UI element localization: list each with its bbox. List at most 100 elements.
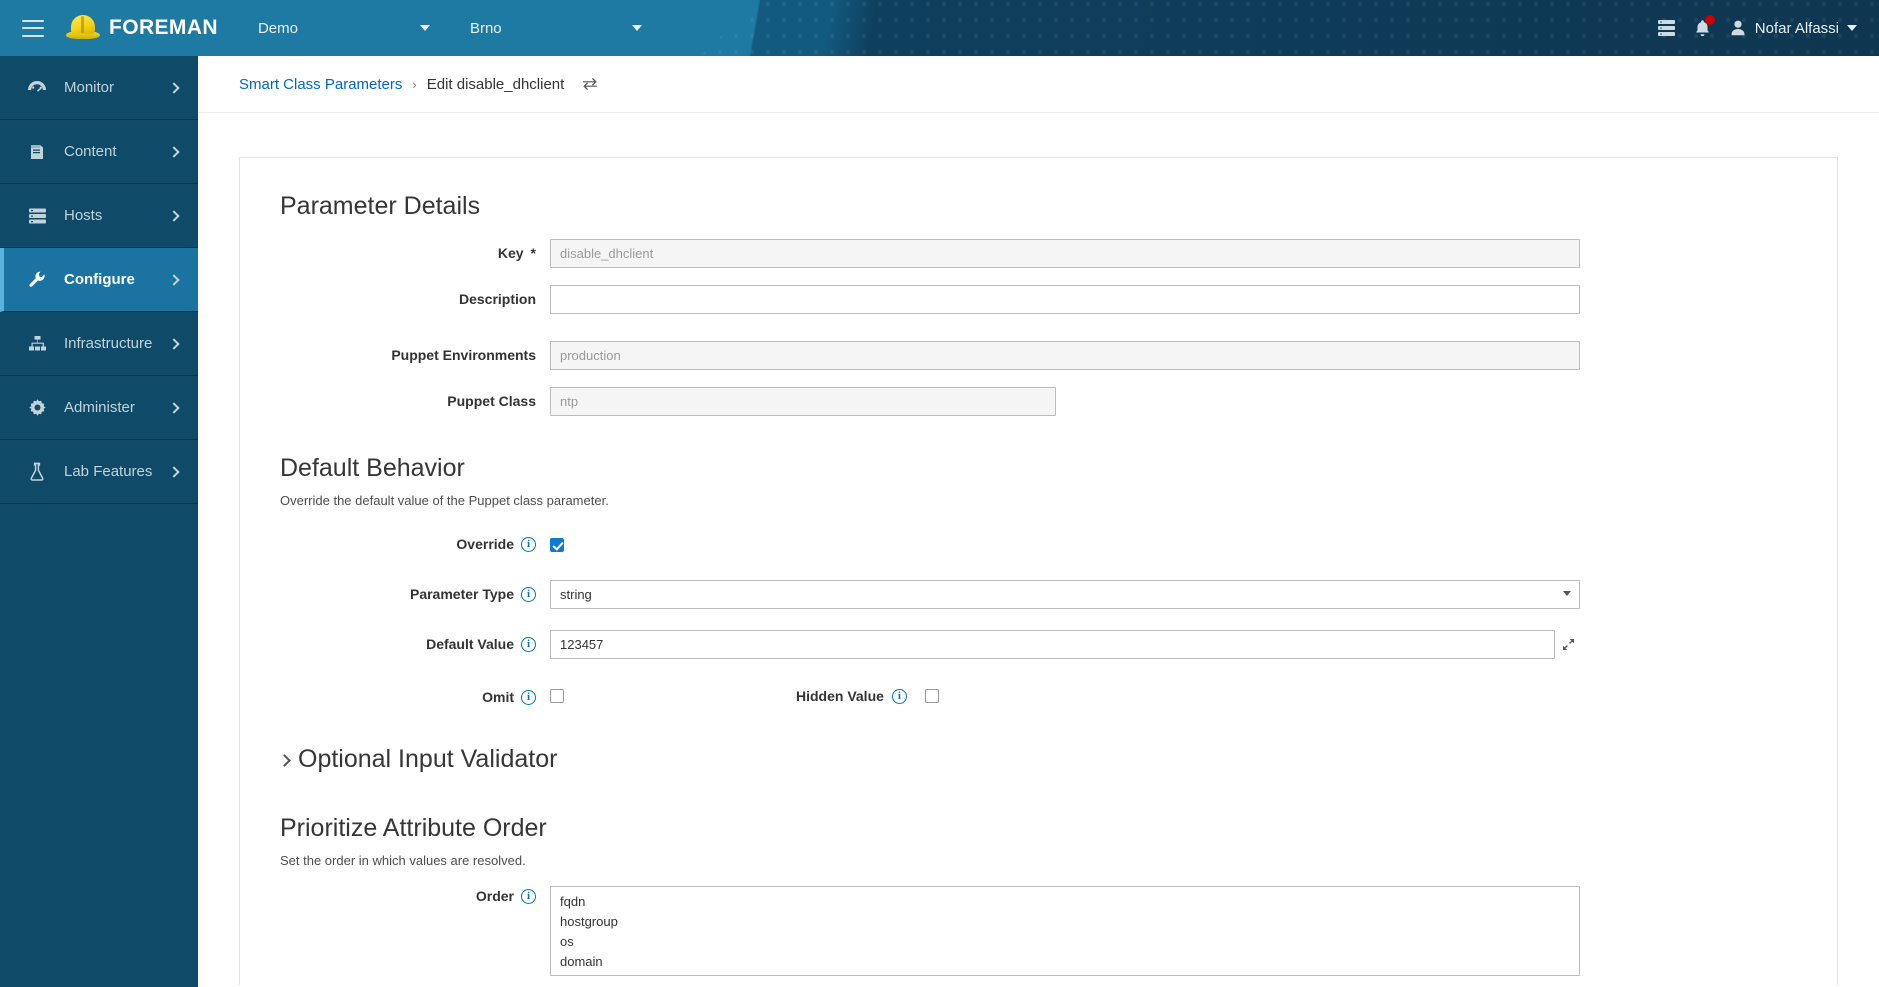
notification-badge xyxy=(1704,14,1715,25)
sidebar-navigation: Monitor Content Hosts Configure Infrastr… xyxy=(0,56,198,987)
label-key: Key * xyxy=(280,239,550,267)
server-stack-icon xyxy=(24,207,50,225)
field-row-puppet-environments: Puppet Environments xyxy=(280,341,1797,370)
label-puppet-class: Puppet Class xyxy=(447,393,536,409)
label-hidden-value: Hidden Value xyxy=(796,688,884,704)
sidebar-item-label: Infrastructure xyxy=(64,335,153,352)
bell-icon[interactable] xyxy=(1694,14,1715,38)
section-title-parameter-details: Parameter Details xyxy=(280,192,481,220)
label-omit: Omit i xyxy=(280,683,550,711)
parameter-type-select[interactable]: string xyxy=(550,580,1580,609)
breadcrumb: Smart Class Parameters › Edit disable_dh… xyxy=(198,56,1879,113)
puppet-class-input[interactable] xyxy=(550,387,1056,416)
label-default-value: Default Value i xyxy=(280,630,550,658)
wrench-icon xyxy=(24,270,50,289)
sidebar-item-hosts[interactable]: Hosts xyxy=(0,184,198,248)
sidebar-item-label: Monitor xyxy=(64,79,115,96)
sidebar-item-content[interactable]: Content xyxy=(0,120,198,184)
label-parameter-type-text: Parameter Type xyxy=(409,586,514,602)
sidebar-item-label: Lab Features xyxy=(64,463,153,480)
chevron-right-icon xyxy=(168,401,180,414)
sidebar-item-label: Hosts xyxy=(64,207,103,224)
field-row-default-value: Default Value i xyxy=(280,630,1797,659)
order-textarea[interactable]: fqdn hostgroup os domain xyxy=(550,886,1580,976)
override-checkbox[interactable] xyxy=(550,537,564,552)
network-tree-icon xyxy=(24,335,50,352)
field-row-puppet-class: Puppet Class xyxy=(280,387,1797,416)
user-name: Nofar Alfassi xyxy=(1754,19,1839,37)
label-description: Description xyxy=(458,291,536,307)
chevron-right-icon xyxy=(168,273,180,286)
expand-diagonal-icon[interactable] xyxy=(1556,630,1580,659)
omit-checkbox[interactable] xyxy=(550,689,564,703)
hidden-value-checkbox[interactable] xyxy=(924,689,939,703)
sidebar-item-monitor[interactable]: Monitor xyxy=(0,56,198,120)
breadcrumb-current: Edit disable_dhclient xyxy=(426,75,565,93)
user-menu[interactable]: Nofar Alfassi xyxy=(1729,19,1857,37)
chevron-down-icon xyxy=(419,25,430,31)
organization-selector[interactable]: Demo xyxy=(244,0,444,56)
chevron-right-icon xyxy=(168,465,180,478)
breadcrumb-link-smart-class-parameters[interactable]: Smart Class Parameters xyxy=(239,76,402,93)
sidebar-item-label: Administer xyxy=(64,399,135,416)
main-content: Smart Class Parameters › Edit disable_dh… xyxy=(198,56,1879,987)
server-stack-icon[interactable] xyxy=(1657,19,1676,37)
info-icon[interactable]: i xyxy=(891,688,907,704)
default-value-input[interactable] xyxy=(550,630,1555,659)
sidebar-item-label: Content xyxy=(64,143,117,160)
optional-input-validator-toggle[interactable]: Optional Input Validator xyxy=(278,745,1797,774)
chevron-right-icon xyxy=(278,753,291,767)
chevron-down-icon xyxy=(1847,25,1857,31)
description-textarea[interactable] xyxy=(550,285,1580,314)
sidebar-item-infrastructure[interactable]: Infrastructure xyxy=(0,312,198,376)
field-row-key: Key * xyxy=(280,239,1797,268)
switch-arrows-icon[interactable] xyxy=(582,77,598,91)
section-title-default-behavior: Default Behavior xyxy=(280,454,465,482)
info-icon[interactable]: i xyxy=(521,689,536,705)
sidebar-item-administer[interactable]: Administer xyxy=(0,376,198,440)
required-asterisk: * xyxy=(530,245,536,261)
label-order-text: Order xyxy=(475,888,514,904)
field-row-omit-hidden: Omit i Hidden Value i xyxy=(280,683,1797,711)
label-override: Override i xyxy=(280,530,550,558)
field-row-override: Override i xyxy=(280,530,1797,558)
puppet-environments-input[interactable] xyxy=(550,341,1580,370)
location-label: Brno xyxy=(469,19,502,37)
info-icon[interactable]: i xyxy=(521,536,536,552)
field-row-order: Order i fqdn hostgroup os domain xyxy=(280,886,1797,981)
label-parameter-type: Parameter Type i xyxy=(280,580,550,608)
info-icon[interactable]: i xyxy=(521,636,536,652)
foreman-hardhat-icon xyxy=(66,15,100,41)
sidebar-item-lab-features[interactable]: Lab Features xyxy=(0,440,198,504)
section-subtitle-prioritize-attribute-order: Set the order in which values are resolv… xyxy=(280,853,526,868)
label-puppet-environments: Puppet Environments xyxy=(391,347,536,363)
key-input[interactable] xyxy=(550,239,1580,268)
breadcrumb-separator: › xyxy=(412,76,417,92)
field-row-parameter-type: Parameter Type i string xyxy=(280,580,1797,609)
chevron-right-icon xyxy=(168,209,180,222)
section-title-prioritize-attribute-order: Prioritize Attribute Order xyxy=(280,814,547,842)
masthead: FOREMAN Demo Brno Nofar Alfassi xyxy=(0,0,1879,56)
flask-icon xyxy=(24,462,50,481)
organization-label: Demo xyxy=(257,19,298,37)
brand-logo[interactable]: FOREMAN xyxy=(66,15,218,41)
hamburger-menu-icon[interactable] xyxy=(22,19,44,37)
info-icon[interactable]: i xyxy=(521,888,536,904)
label-override-text: Override xyxy=(456,536,514,552)
chevron-right-icon xyxy=(168,337,180,350)
sidebar-item-label: Configure xyxy=(64,271,135,288)
info-icon[interactable]: i xyxy=(521,586,536,602)
section-title-optional-input-validator: Optional Input Validator xyxy=(298,745,558,773)
sidebar-item-configure[interactable]: Configure xyxy=(0,248,198,312)
chevron-right-icon xyxy=(168,145,180,158)
label-omit-text: Omit xyxy=(482,689,514,705)
label-key-text: Key xyxy=(497,245,524,261)
field-row-description: Description xyxy=(280,285,1797,319)
label-order: Order i xyxy=(280,886,550,906)
chevron-down-icon xyxy=(631,25,642,31)
label-default-value-text: Default Value xyxy=(426,636,514,652)
chevron-right-icon xyxy=(168,81,180,94)
location-selector[interactable]: Brno xyxy=(456,0,656,56)
masthead-actions: Nofar Alfassi xyxy=(1657,0,1879,56)
brand-name: FOREMAN xyxy=(109,16,218,39)
